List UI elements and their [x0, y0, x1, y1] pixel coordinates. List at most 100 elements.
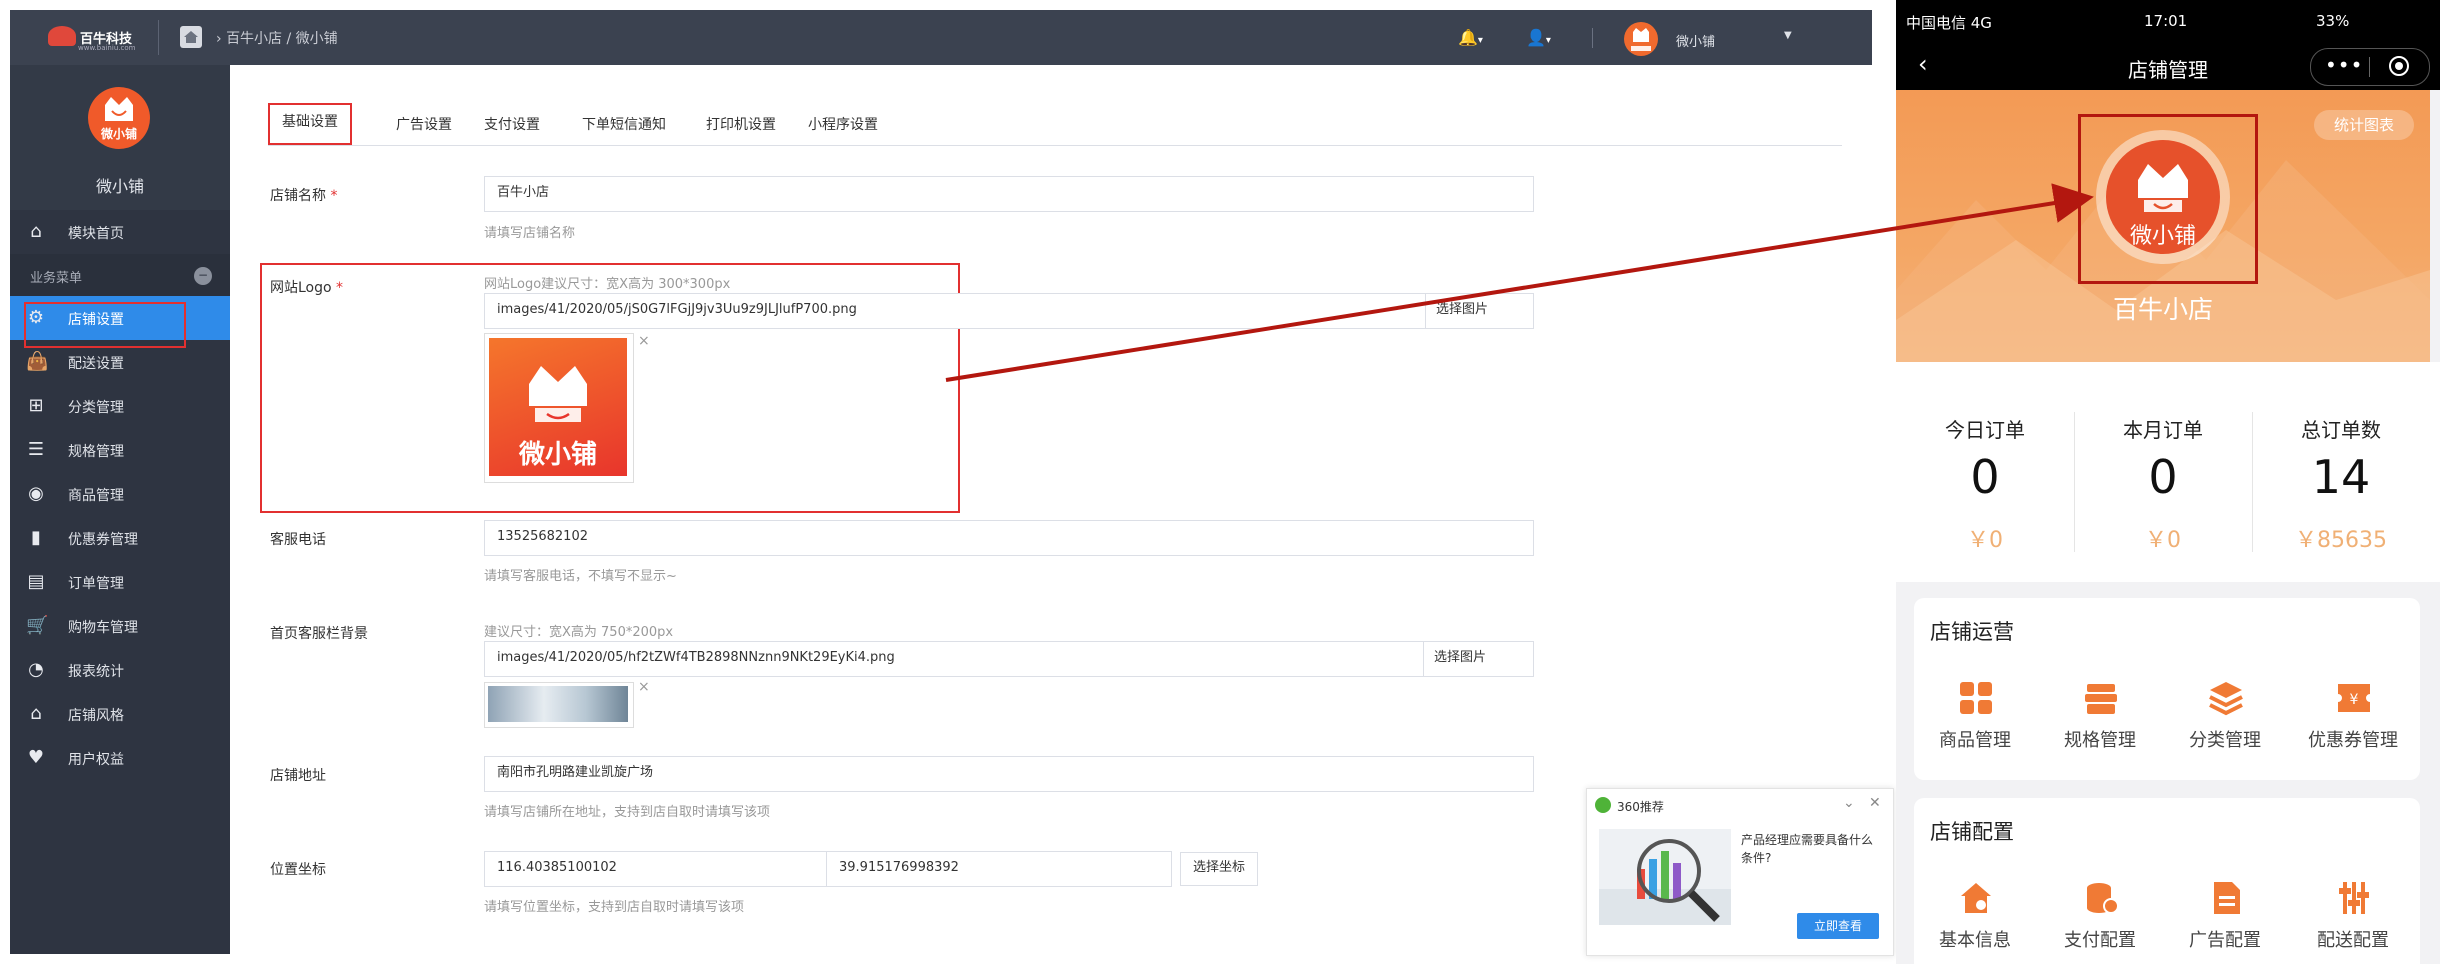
sidebar-item-order[interactable]: ▤ 订单管理 [10, 560, 230, 604]
collapse-icon[interactable]: − [194, 267, 212, 285]
card-title: 店铺配置 [1930, 820, 2014, 844]
sidebar-item-report[interactable]: ◔ 报表统计 [10, 648, 230, 692]
choose-coord-button[interactable]: 选择坐标 [1180, 852, 1259, 886]
tab-sms-settings[interactable]: 下单短信通知 [582, 105, 666, 145]
tab-basic-settings[interactable]: 基础设置 [268, 103, 352, 145]
brand-url: www.bainiu.com [78, 44, 136, 52]
sidebar-section-header[interactable]: 业务菜单 − [10, 254, 230, 296]
sidebar-item-rights[interactable]: ♥ 用户权益 [10, 736, 230, 780]
goods-grid-icon [1960, 682, 1992, 714]
chevron-down-icon[interactable]: ▼ [1784, 30, 1792, 41]
sidebar-item-label: 优惠券管理 [68, 532, 138, 548]
choose-image-button[interactable]: 选择图片 [1425, 294, 1499, 328]
grid-label: 广告配置 [2189, 930, 2261, 951]
config-basic[interactable]: 基本信息 [1920, 880, 2030, 960]
config-delivery[interactable]: 配送配置 [2298, 880, 2408, 960]
stat-label: 今日订单 [1945, 418, 2025, 442]
sidebar-item-coupon[interactable]: ▮ 优惠券管理 [10, 516, 230, 560]
sidebar-item-goods[interactable]: ◉ 商品管理 [10, 472, 230, 516]
heart-icon: ♥ [27, 747, 45, 768]
sidebar-header: 微小铺 微小铺 [10, 65, 230, 210]
ops-card: 店铺运营 商品管理 规格管理 分类管理 ¥ 优惠券管理 [1914, 598, 2420, 780]
document-icon [2214, 882, 2240, 914]
sidebar-item-label: 分类管理 [68, 400, 124, 416]
sidebar-item-style[interactable]: ⌂ 店铺风格 [10, 692, 230, 736]
chevron-right-icon: › [216, 31, 227, 47]
sidebar-item-home[interactable]: ⌂ 模块首页 [10, 210, 230, 254]
ad-image[interactable] [1599, 829, 1731, 925]
user-icon[interactable]: 👤▾ [1526, 28, 1551, 47]
close-icon[interactable]: ✕ [1869, 795, 1881, 811]
shop-name-label: 店铺名称 * [270, 185, 337, 205]
chevron-down-icon[interactable]: ⌄ [1843, 795, 1855, 811]
settings-tabs: 基础设置 广告设置 支付设置 下单短信通知 打印机设置 小程序设置 [268, 103, 1842, 146]
shop-banner: 统计图表 微小铺 百牛小店 [1896, 90, 2430, 362]
360-logo-icon [1595, 797, 1611, 813]
phone-input[interactable]: 13525682102 [484, 520, 1534, 556]
bg-path-input[interactable]: images/41/2020/05/hf2tZWf4TB2898NNznn9NK… [484, 641, 1534, 677]
required-mark: * [336, 280, 344, 296]
phone-label: 客服电话 [270, 532, 326, 548]
bag-icon: 👜 [26, 351, 49, 372]
config-card: 店铺配置 基本信息 支付配置 广告配置 配送配置 [1914, 798, 2420, 964]
tab-payment-settings[interactable]: 支付设置 [484, 105, 540, 145]
order-icon: ▤ [27, 571, 45, 592]
sidebar-item-spec[interactable]: ☰ 规格管理 [10, 428, 230, 472]
ops-category[interactable]: 分类管理 [2170, 680, 2280, 760]
stat-month[interactable]: 本月订单 0 ￥0 [2074, 362, 2252, 582]
required-mark: * [330, 188, 338, 204]
ops-spec[interactable]: 规格管理 [2045, 680, 2155, 760]
stat-value: 14 [2311, 450, 2371, 504]
more-icon[interactable]: ••• [2325, 53, 2363, 77]
divider [158, 20, 159, 55]
house-icon: ⌂ [30, 221, 42, 242]
battery-level: 33% [2316, 12, 2350, 30]
longitude-input[interactable]: 116.40385100102 [484, 851, 830, 887]
remove-logo-icon[interactable]: × [638, 333, 650, 349]
sidebar-item-category[interactable]: ⊞ 分类管理 [10, 384, 230, 428]
grid-label: 商品管理 [1939, 730, 2011, 751]
sidebar-item-label: 店铺风格 [68, 708, 124, 724]
coupon-icon: ¥ [2338, 684, 2370, 712]
sidebar-item-cart[interactable]: 🛒 购物车管理 [10, 604, 230, 648]
logo-label: 网站Logo * [270, 277, 343, 297]
logo-size-hint: 网站Logo建议尺寸：宽X高为 300*300px [484, 277, 731, 292]
sidebar-item-label: 购物车管理 [68, 620, 138, 636]
logo-path-input[interactable]: images/41/2020/05/jS0G7lFGjJ9jv3Uu9z9JLJ… [484, 293, 1534, 329]
stat-today[interactable]: 今日订单 0 ￥0 [1896, 362, 2074, 582]
spec-icon [2085, 684, 2117, 714]
coupon-icon: ▮ [31, 527, 41, 548]
brand-logo[interactable]: 百牛科技 www.bainiu.com [48, 22, 148, 54]
bell-icon[interactable]: 🔔▾ [1458, 28, 1483, 47]
config-ad[interactable]: 广告配置 [2170, 880, 2280, 960]
choose-bg-button[interactable]: 选择图片 [1423, 642, 1497, 676]
tab-printer-settings[interactable]: 打印机设置 [706, 105, 776, 145]
stat-chart-button[interactable]: 统计图表 [2314, 110, 2414, 140]
top-bar: 百牛科技 www.bainiu.com › 百牛小店 / 微小铺 🔔▾ 👤▾ 微… [10, 10, 1872, 65]
sidebar-item-label: 模块首页 [68, 226, 124, 242]
sidebar-item-label: 订单管理 [68, 576, 124, 592]
shop-name-input[interactable]: 百牛小店 [484, 176, 1534, 212]
view-now-button[interactable]: 立即查看 [1797, 913, 1879, 939]
ops-goods[interactable]: 商品管理 [1920, 680, 2030, 760]
remove-bg-icon[interactable]: × [638, 679, 650, 695]
ad-title: 360推荐 [1617, 800, 1664, 814]
latitude-input[interactable]: 39.915176998392 [826, 851, 1172, 887]
ad-text[interactable]: 产品经理应需要具备什么条件? [1741, 831, 1881, 867]
address-input[interactable]: 南阳市孔明路建业凯旋广场 [484, 756, 1534, 792]
tab-miniprogram-settings[interactable]: 小程序设置 [808, 105, 878, 145]
user-name[interactable]: 微小铺 [1676, 31, 1715, 50]
grid-label: 规格管理 [2064, 730, 2136, 751]
home-icon[interactable] [180, 26, 202, 48]
config-payment[interactable]: 支付配置 [2045, 880, 2155, 960]
stat-value: 0 [2148, 450, 2178, 504]
bg-size-hint: 建议尺寸：宽X高为 750*200px [484, 625, 674, 640]
ops-coupon[interactable]: ¥ 优惠券管理 [2298, 680, 2408, 760]
breadcrumb-text[interactable]: 百牛小店 / 微小铺 [226, 31, 338, 47]
logo-image: 微小铺 [489, 338, 627, 476]
stat-total[interactable]: 总订单数 14 ￥85635 [2252, 362, 2430, 582]
house-icon: ⌂ [30, 703, 42, 724]
close-target-icon[interactable] [2389, 56, 2409, 76]
tab-ad-settings[interactable]: 广告设置 [396, 105, 452, 145]
avatar[interactable] [1624, 22, 1658, 56]
